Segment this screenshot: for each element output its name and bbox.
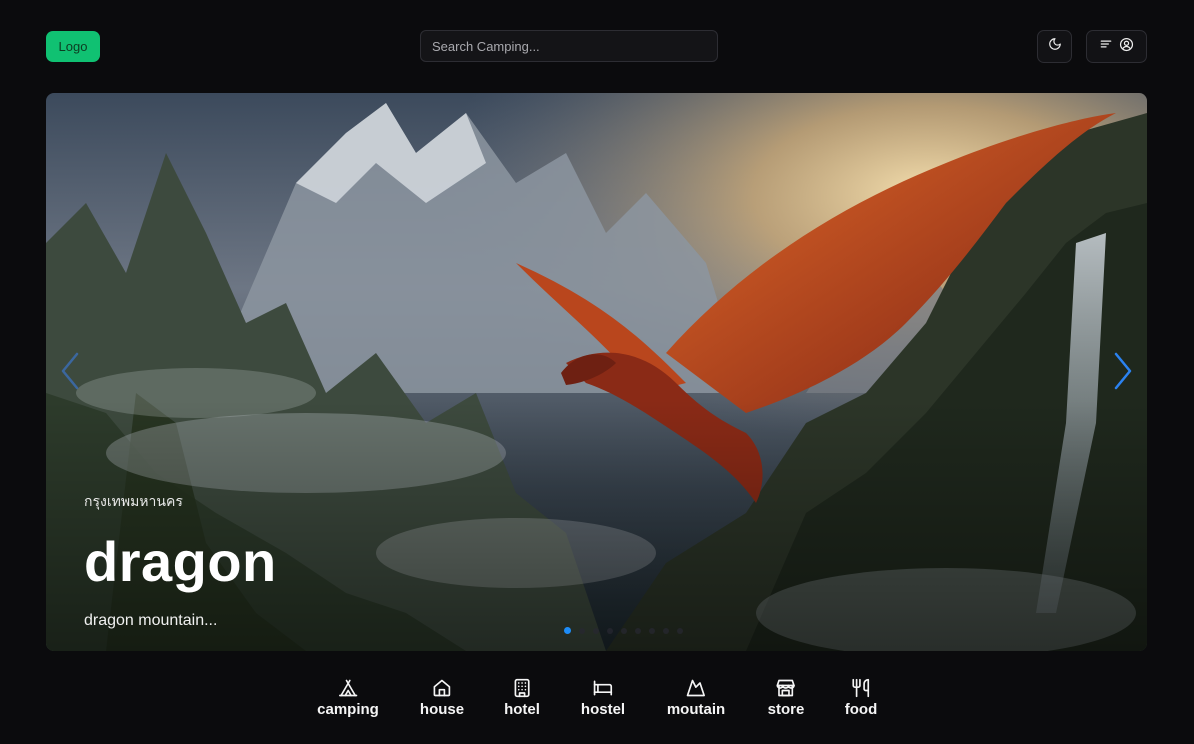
category-hotel[interactable]: hotel: [504, 676, 540, 718]
category-label: hostel: [580, 701, 626, 718]
category-camping[interactable]: camping: [317, 676, 379, 718]
category-label: hotel: [504, 701, 540, 718]
category-mountain[interactable]: moutain: [667, 676, 725, 718]
carousel-pagination: [564, 627, 683, 634]
hero-carousel: กรุงเทพมหานคร dragon dragon mountain...: [46, 93, 1147, 651]
user-menu-button[interactable]: [1086, 30, 1147, 63]
carousel-dot[interactable]: [579, 628, 585, 634]
menu-lines-icon: [1099, 37, 1113, 56]
hero-title: dragon: [84, 530, 277, 593]
category-label: moutain: [666, 701, 726, 718]
carousel-dot[interactable]: [649, 628, 655, 634]
bed-icon: [592, 676, 614, 700]
carousel-dot[interactable]: [607, 628, 613, 634]
mountain-icon: [685, 676, 707, 700]
moon-icon: [1048, 37, 1062, 56]
utensils-icon: [851, 676, 871, 700]
chevron-left-icon: [60, 351, 80, 396]
chevron-right-icon: [1113, 351, 1133, 396]
category-label: house: [419, 701, 465, 718]
house-icon: [432, 676, 452, 700]
carousel-dot[interactable]: [635, 628, 641, 634]
user-circle-icon: [1119, 37, 1134, 57]
category-house[interactable]: house: [420, 676, 464, 718]
carousel-dot[interactable]: [663, 628, 669, 634]
carousel-next-button[interactable]: [1103, 343, 1143, 403]
category-label: store: [767, 701, 805, 718]
carousel-dot[interactable]: [677, 628, 683, 634]
carousel-prev-button[interactable]: [50, 343, 90, 403]
store-icon: [776, 676, 796, 700]
theme-toggle-button[interactable]: [1037, 30, 1072, 63]
tent-icon: [338, 676, 358, 700]
search-input[interactable]: [420, 30, 718, 62]
hero-description: dragon mountain...: [84, 612, 218, 629]
carousel-dot[interactable]: [564, 627, 571, 634]
carousel-dot[interactable]: [593, 628, 599, 634]
carousel-dot[interactable]: [621, 628, 627, 634]
navbar: Logo: [46, 30, 1147, 63]
category-label: camping: [317, 701, 379, 718]
category-bar: camping house hotel hostel moutain store: [0, 676, 1194, 724]
category-hostel[interactable]: hostel: [581, 676, 625, 718]
category-store[interactable]: store: [767, 676, 805, 718]
category-label: food: [844, 701, 878, 718]
hotel-icon: [512, 676, 532, 700]
logo-button[interactable]: Logo: [46, 31, 100, 62]
category-food[interactable]: food: [845, 676, 877, 718]
hero-location: กรุงเทพมหานคร: [84, 493, 183, 509]
